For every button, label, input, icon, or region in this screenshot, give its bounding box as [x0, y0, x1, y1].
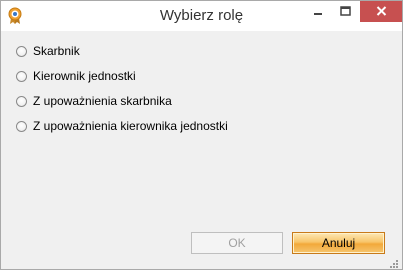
role-option-label: Skarbnik — [33, 44, 80, 58]
minimize-button[interactable] — [304, 1, 332, 22]
title-bar[interactable]: Wybierz rolę — [1, 1, 402, 31]
dialog-content: Skarbnik Kierownik jednostki Z upoważnie… — [9, 31, 394, 261]
radio-button[interactable] — [16, 45, 27, 57]
minimize-icon — [313, 3, 323, 21]
role-option-label: Z upoważnienia skarbnika — [33, 94, 172, 108]
radio-button[interactable] — [16, 95, 27, 107]
dialog-window: Wybierz rolę Skarbnik Kierownik jednostk… — [0, 0, 403, 270]
role-option-z-upowaznienia-kierownika[interactable]: Z upoważnienia kierownika jednostki — [16, 118, 228, 134]
close-button[interactable] — [360, 1, 402, 22]
maximize-icon — [340, 3, 351, 21]
role-option-label: Z upoważnienia kierownika jednostki — [33, 119, 228, 133]
ok-button[interactable]: OK — [191, 232, 283, 254]
radio-button[interactable] — [16, 120, 27, 132]
maximize-button[interactable] — [332, 1, 359, 22]
role-option-skarbnik[interactable]: Skarbnik — [16, 43, 80, 59]
resize-grip-icon[interactable] — [389, 256, 399, 268]
cancel-button[interactable]: Anuluj — [292, 232, 385, 254]
close-icon — [376, 3, 387, 21]
role-option-z-upowaznienia-skarbnika[interactable]: Z upoważnienia skarbnika — [16, 93, 172, 109]
role-option-kierownik-jednostki[interactable]: Kierownik jednostki — [16, 68, 136, 84]
role-option-label: Kierownik jednostki — [33, 69, 136, 83]
radio-button[interactable] — [16, 70, 27, 82]
